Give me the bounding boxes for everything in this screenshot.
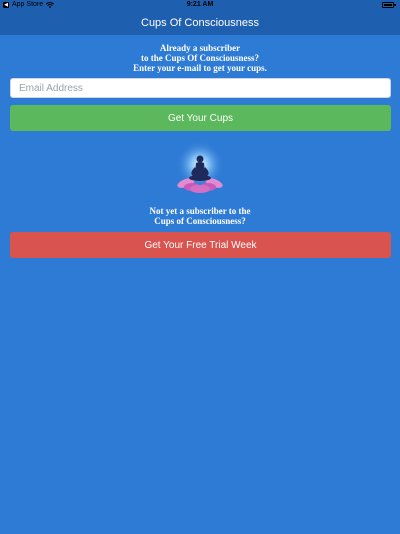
free-trial-button[interactable]: Get Your Free Trial Week	[10, 232, 391, 258]
free-trial-label: Get Your Free Trial Week	[144, 239, 257, 251]
battery-cap	[394, 4, 396, 6]
non-subscriber-prompt-line1: Not yet a subscriber to the	[149, 206, 251, 216]
subscriber-prompt-line1: Already a subscriber	[159, 43, 241, 53]
status-bar: ◀ App Store 9:21 AM	[0, 0, 400, 10]
non-subscriber-prompt: Not yet a subscriber to the Cups of Cons…	[0, 206, 400, 226]
battery-icon	[382, 2, 394, 8]
get-cups-button[interactable]: Get Your Cups	[10, 105, 391, 131]
nav-bar: Cups Of Consciousness	[0, 10, 400, 35]
get-cups-label: Get Your Cups	[167, 112, 234, 124]
email-field[interactable]	[10, 78, 391, 98]
non-subscriber-prompt-line2: Cups of Consciousness?	[154, 216, 246, 226]
subscriber-prompt-line3: Enter your e-mail to get your cups.	[133, 63, 267, 73]
status-time: 9:21 AM	[186, 1, 214, 8]
subscriber-prompt: Already a subscriber to the Cups Of Cons…	[0, 43, 400, 73]
meditation-lotus-icon	[176, 143, 224, 193]
subscriber-prompt-line2: to the Cups Of Consciousness?	[140, 53, 260, 63]
nav-title: Cups Of Consciousness	[141, 16, 259, 29]
